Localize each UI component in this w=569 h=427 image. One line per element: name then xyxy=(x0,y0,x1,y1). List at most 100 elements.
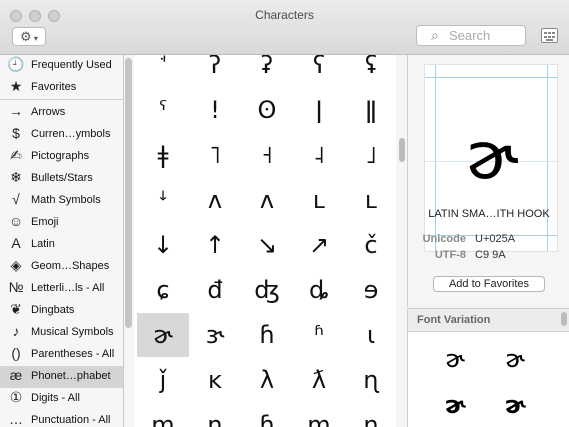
sidebar-item-latin[interactable]: A Latin xyxy=(0,234,123,256)
sidebar-item-math-symbols[interactable]: √ Math Symbols xyxy=(0,190,123,212)
sidebar-item-label: Math Symbols xyxy=(31,194,101,206)
character-cell[interactable]: ˩ xyxy=(345,133,396,177)
sidebar-item-parentheses-all[interactable]: () Parentheses - All xyxy=(0,344,123,366)
character-cell[interactable]: ȡ xyxy=(293,268,345,312)
sidebar-item-emoji[interactable]: ☺ Emoji xyxy=(0,212,123,234)
unicode-label: Unicode xyxy=(422,233,466,245)
sidebar-item-curren-ymbols[interactable]: $ Curren…ymbols xyxy=(0,124,123,146)
character-cell[interactable]: ʕ xyxy=(293,55,345,87)
character-cell[interactable]: ˧ xyxy=(241,133,293,177)
variation-glyph[interactable]: ɚ xyxy=(430,391,480,419)
add-to-favorites-button[interactable]: Add to Favorites xyxy=(433,276,545,292)
character-cell[interactable]: ɕ xyxy=(137,268,189,312)
search-placeholder: Search xyxy=(449,28,491,43)
character-cell[interactable]: č xyxy=(345,223,396,267)
character-cell[interactable]: ǀ xyxy=(293,88,345,132)
character-cell[interactable]: ɚ xyxy=(137,313,189,357)
sidebar-item-favorites[interactable]: ★ Favorites xyxy=(0,77,123,99)
sidebar-item-pictographs[interactable]: ✍ Pictographs xyxy=(0,146,123,168)
sidebar-item-label: Arrows xyxy=(31,106,66,118)
characters-window: Characters ⚙ ▾ ⌕ Search 🕘 Frequently Used… xyxy=(0,0,569,427)
sidebar-item-frequently-used[interactable]: 🕘 Frequently Used xyxy=(0,55,123,77)
character-cell[interactable]: ʔ xyxy=(189,55,241,87)
character-cell[interactable]: ɝ xyxy=(189,313,241,357)
character-cell[interactable]: ↓ xyxy=(137,223,189,267)
sidebar-item-label: Curren…ymbols xyxy=(31,128,111,140)
character-cell[interactable]: ʢ xyxy=(345,55,396,87)
character-cell[interactable]: ʌ xyxy=(189,178,241,222)
sidebar-item-musical-symbols[interactable]: ♪ Musical Symbols xyxy=(0,322,123,344)
character-cell[interactable]: ĸ xyxy=(189,358,241,402)
letterli-ls-all-icon: № xyxy=(8,279,24,295)
variation-glyph[interactable]: ɚ xyxy=(490,345,540,373)
character-cell[interactable]: ʤ xyxy=(241,268,293,312)
character-cell[interactable]: đ xyxy=(189,268,241,312)
variation-glyph[interactable]: ɚ xyxy=(430,345,480,373)
character-preview: ɚ xyxy=(424,64,558,252)
character-cell[interactable]: ʡ xyxy=(241,55,293,87)
character-cell[interactable]: ɲ xyxy=(189,403,241,427)
character-cell[interactable]: ǁ xyxy=(345,88,396,132)
pictographs-icon: ✍ xyxy=(10,147,22,163)
character-cell[interactable]: ɘ xyxy=(345,268,396,312)
character-cell[interactable]: ŋ xyxy=(345,403,396,427)
sidebar-item-geom-shapes[interactable]: ◈ Geom…Shapes xyxy=(0,256,123,278)
sidebar-item-arrows[interactable]: → Arrows xyxy=(0,102,123,124)
character-cell[interactable]: ʟ xyxy=(345,178,396,222)
sidebar-item-label: Parentheses - All xyxy=(31,348,115,360)
search-field[interactable]: ⌕ Search xyxy=(416,25,526,46)
character-name: LATIN SMA…ITH HOOK xyxy=(428,208,550,220)
keyboard-viewer-icon[interactable] xyxy=(541,28,558,43)
character-cell[interactable]: ƛ xyxy=(293,358,345,402)
character-cell[interactable]: ꜜ xyxy=(137,178,189,222)
punctuation-all-icon: … xyxy=(9,411,23,427)
character-cell[interactable]: ɦ xyxy=(241,313,293,357)
character-cell[interactable]: ꜗ xyxy=(137,55,189,87)
character-info-panel: ɚ LATIN SMA…ITH HOOK Unicode U+025A UTF-… xyxy=(407,55,569,307)
character-cell[interactable]: ʱ xyxy=(293,313,345,357)
action-menu-button[interactable]: ⚙ ▾ xyxy=(12,27,46,46)
sidebar-item-label: Emoji xyxy=(31,216,59,228)
character-cell[interactable]: ↗ xyxy=(293,223,345,267)
character-cell[interactable]: ɱ xyxy=(293,403,345,427)
curren-ymbols-icon: $ xyxy=(12,125,20,141)
grid-scrollbar[interactable] xyxy=(399,138,405,162)
character-cell[interactable]: ʘ xyxy=(241,88,293,132)
sidebar-item-digits-all[interactable]: ① Digits - All xyxy=(0,388,123,410)
character-cell[interactable]: ˨ xyxy=(293,133,345,177)
font-variation-title: Font Variation xyxy=(417,314,491,326)
sidebar-item-label: Geom…Shapes xyxy=(31,260,110,272)
character-grid: ꜗʔʡʕʢˁǃʘǀǁǂ˥˧˨˩ꜜʌʌʟʟ↓↑↘↗čɕđʤȡɘɚɝɦʱɩǰĸλƛɳ… xyxy=(134,55,396,427)
sidebar-item-label: Letterli…ls - All xyxy=(31,282,105,294)
font-variation-scrollbar[interactable] xyxy=(561,312,567,326)
variation-glyph[interactable]: ɚ xyxy=(490,391,540,419)
character-cell[interactable]: ɩ xyxy=(345,313,396,357)
character-cell[interactable]: ǂ xyxy=(137,133,189,177)
character-cell[interactable]: ɳ xyxy=(345,358,396,402)
sidebar-item-letterli-ls-all[interactable]: № Letterli…ls - All xyxy=(0,278,123,300)
character-cell[interactable]: ǰ xyxy=(137,358,189,402)
sidebar-item-label: Frequently Used xyxy=(31,59,112,71)
character-cell[interactable]: ˁ xyxy=(137,88,189,132)
sidebar-scrollbar[interactable] xyxy=(125,58,132,328)
character-cell[interactable]: λ xyxy=(241,358,293,402)
character-cell[interactable]: ↑ xyxy=(189,223,241,267)
sidebar-item-label: Punctuation - All xyxy=(31,414,111,426)
character-cell[interactable]: ǃ xyxy=(189,88,241,132)
favorites-icon: ★ xyxy=(9,78,23,94)
font-variation-header: Font Variation xyxy=(408,309,569,332)
sidebar-item-punctuation-all[interactable]: … Punctuation - All xyxy=(0,410,123,427)
frequently-used-icon: 🕘 xyxy=(7,56,25,72)
character-cell[interactable]: ˥ xyxy=(189,133,241,177)
utf8-label: UTF-8 xyxy=(434,249,466,261)
character-cell[interactable]: ɱ xyxy=(137,403,189,427)
character-cell[interactable]: ɧ xyxy=(241,403,293,427)
sidebar-item-bullets-stars[interactable]: ❄ Bullets/Stars xyxy=(0,168,123,190)
character-cell[interactable]: ʟ xyxy=(293,178,345,222)
character-cell[interactable]: ʌ xyxy=(241,178,293,222)
character-cell[interactable]: ↘ xyxy=(241,223,293,267)
sidebar-item-dingbats[interactable]: ❦ Dingbats xyxy=(0,300,123,322)
latin-icon: A xyxy=(11,235,21,251)
sidebar-item-phonet-phabet[interactable]: æ Phonet…phabet xyxy=(0,366,123,388)
geom-shapes-icon: ◈ xyxy=(10,257,22,273)
